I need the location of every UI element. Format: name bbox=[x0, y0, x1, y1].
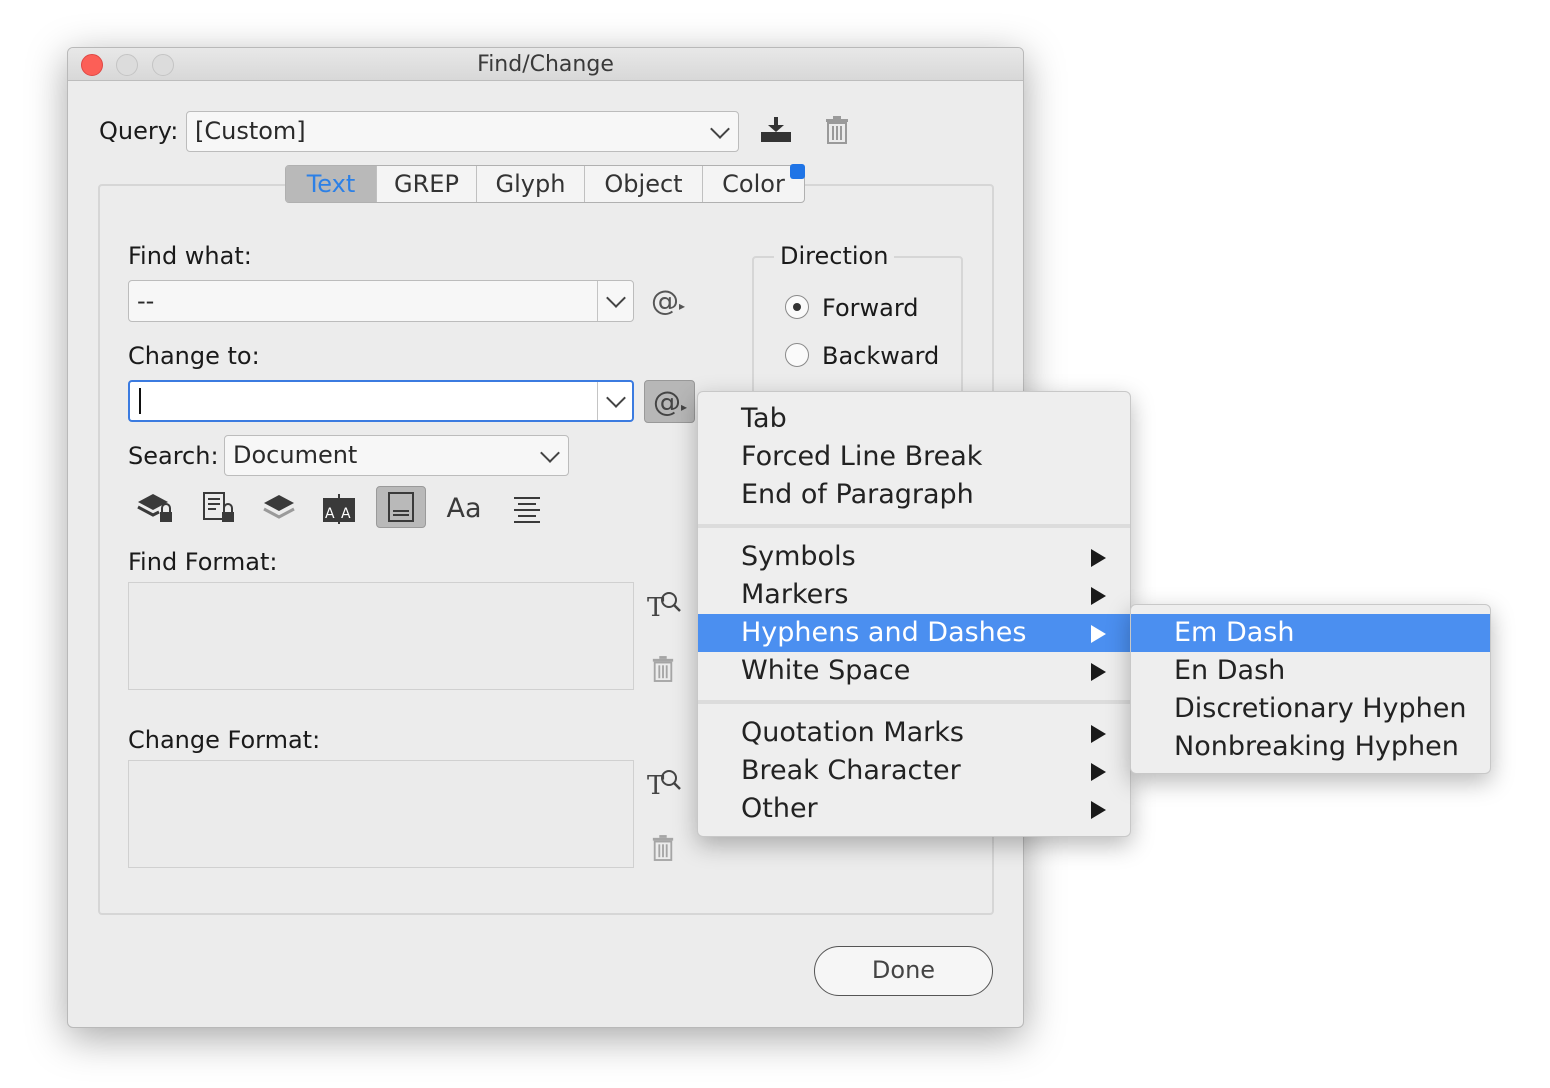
tab-color[interactable]: Color bbox=[703, 166, 804, 202]
tab-grep[interactable]: GREP bbox=[377, 166, 477, 202]
change-format-box[interactable] bbox=[128, 760, 634, 868]
menu-item-tab[interactable]: Tab bbox=[698, 400, 1130, 438]
submenu-arrow-icon bbox=[1091, 549, 1106, 567]
change-to-history-icon[interactable] bbox=[606, 388, 626, 408]
menu-item-symbols[interactable]: Symbols bbox=[698, 538, 1130, 576]
search-scope-dropdown[interactable]: Document bbox=[224, 435, 569, 476]
clear-change-format-icon[interactable] bbox=[651, 834, 675, 862]
chevron-down-icon bbox=[710, 119, 730, 139]
menu-item-markers[interactable]: Markers bbox=[698, 576, 1130, 614]
find-what-label: Find what: bbox=[128, 242, 252, 270]
submenu-arrow-icon bbox=[1091, 763, 1106, 781]
text-cursor bbox=[139, 388, 141, 414]
special-characters-change-button[interactable]: @▸ bbox=[644, 380, 695, 423]
forward-radio[interactable] bbox=[785, 295, 809, 319]
find-format-box[interactable] bbox=[128, 582, 634, 690]
menu-separator bbox=[698, 524, 1130, 528]
field-divider bbox=[597, 281, 598, 321]
specify-change-format-icon[interactable]: T bbox=[645, 766, 683, 801]
search-label: Search: bbox=[128, 442, 219, 470]
submenu-item-em-dash[interactable]: Em Dash bbox=[1131, 614, 1490, 652]
menu-item-hyphens-and-dashes[interactable]: Hyphens and Dashes bbox=[698, 614, 1130, 652]
menu-item-forced-line-break[interactable]: Forced Line Break bbox=[698, 438, 1130, 476]
done-button[interactable]: Done bbox=[814, 946, 993, 996]
menu-separator bbox=[698, 700, 1130, 704]
submenu-arrow-icon bbox=[1091, 663, 1106, 681]
include-footnotes-icon[interactable] bbox=[376, 486, 426, 528]
menu-item-white-space[interactable]: White Space bbox=[698, 652, 1130, 690]
mode-tabs: Text GREP Glyph Object Color bbox=[285, 165, 805, 203]
trash-icon[interactable] bbox=[824, 115, 850, 145]
search-scope-value: Document bbox=[233, 441, 358, 469]
backward-label[interactable]: Backward bbox=[822, 342, 939, 370]
query-label: Query: bbox=[99, 117, 179, 145]
query-dropdown[interactable]: [Custom] bbox=[186, 111, 739, 152]
submenu-item-discretionary-hyphen[interactable]: Discretionary Hyphen bbox=[1131, 690, 1490, 728]
find-what-value: -- bbox=[137, 287, 155, 315]
tab-object[interactable]: Object bbox=[585, 166, 703, 202]
clear-find-format-icon[interactable] bbox=[651, 655, 675, 683]
submenu-item-nonbreaking-hyphen[interactable]: Nonbreaking Hyphen bbox=[1131, 728, 1490, 766]
submenu-arrow-icon bbox=[1091, 801, 1106, 819]
find-what-input[interactable]: -- bbox=[128, 280, 634, 322]
backward-radio[interactable] bbox=[785, 343, 809, 367]
color-tab-indicator bbox=[790, 164, 805, 179]
specify-find-format-icon[interactable]: T bbox=[645, 588, 683, 623]
svg-text:A: A bbox=[341, 506, 351, 522]
change-format-label: Change Format: bbox=[128, 726, 321, 754]
save-query-icon[interactable] bbox=[758, 114, 794, 146]
hyphens-dashes-submenu: Em Dash En Dash Discretionary Hyphen Non… bbox=[1130, 604, 1491, 774]
submenu-arrow-icon bbox=[1091, 587, 1106, 605]
menu-item-other[interactable]: Other bbox=[698, 790, 1130, 828]
window-title: Find/Change bbox=[477, 52, 614, 77]
special-characters-find-icon[interactable]: @▸ bbox=[651, 284, 691, 318]
tab-glyph[interactable]: Glyph bbox=[477, 166, 585, 202]
change-to-input[interactable] bbox=[128, 380, 634, 422]
include-hidden-layers-icon[interactable] bbox=[254, 487, 304, 529]
query-value: [Custom] bbox=[195, 117, 306, 145]
special-characters-menu: Tab Forced Line Break End of Paragraph S… bbox=[697, 391, 1131, 837]
title-bar[interactable]: Find/Change bbox=[68, 48, 1023, 81]
chevron-down-icon bbox=[540, 443, 560, 463]
menu-item-quotation-marks[interactable]: Quotation Marks bbox=[698, 714, 1130, 752]
find-format-label: Find Format: bbox=[128, 548, 278, 576]
include-locked-layers-icon[interactable] bbox=[130, 487, 180, 529]
submenu-arrow-icon bbox=[1091, 725, 1106, 743]
forward-label[interactable]: Forward bbox=[822, 294, 919, 322]
submenu-item-en-dash[interactable]: En Dash bbox=[1131, 652, 1490, 690]
svg-text:A: A bbox=[325, 506, 335, 522]
include-locked-stories-icon[interactable] bbox=[193, 487, 243, 529]
direction-label: Direction bbox=[774, 242, 895, 270]
field-divider bbox=[597, 382, 598, 420]
direction-group bbox=[752, 256, 963, 396]
case-sensitive-icon[interactable]: Aa bbox=[439, 487, 489, 529]
change-to-label: Change to: bbox=[128, 342, 260, 370]
tab-text[interactable]: Text bbox=[286, 166, 377, 202]
menu-item-end-of-paragraph[interactable]: End of Paragraph bbox=[698, 476, 1130, 514]
find-what-history-icon[interactable] bbox=[606, 288, 626, 308]
submenu-arrow-icon bbox=[1091, 625, 1106, 643]
whole-word-icon[interactable] bbox=[502, 487, 552, 529]
include-master-pages-icon[interactable]: AA bbox=[314, 487, 364, 529]
menu-item-break-character[interactable]: Break Character bbox=[698, 752, 1130, 790]
